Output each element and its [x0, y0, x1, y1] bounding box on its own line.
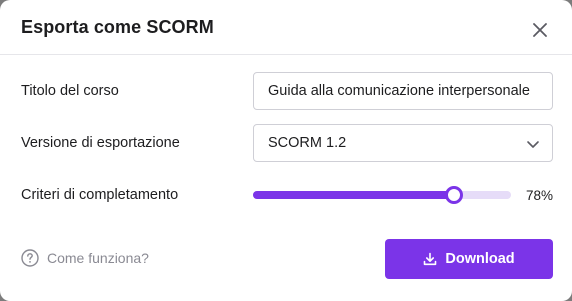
header-divider	[0, 54, 572, 55]
completion-slider: 78%	[253, 176, 553, 214]
completion-row: Criteri di completamento 78%	[21, 176, 553, 214]
close-button[interactable]	[529, 19, 551, 41]
export-version-value: SCORM 1.2	[268, 135, 347, 151]
export-version-row: Versione di esportazione SCORM 1.2	[21, 124, 553, 162]
download-icon	[424, 252, 437, 266]
slider-thumb[interactable]	[445, 186, 464, 204]
download-label: Download	[445, 251, 515, 267]
completion-label: Criteri di completamento	[21, 187, 179, 203]
dialog-header: Esporta come SCORM	[21, 17, 556, 41]
course-title-label: Titolo del corso	[21, 83, 119, 99]
chevron-down-icon	[527, 141, 539, 148]
completion-percent: 78%	[525, 187, 553, 203]
slider-fill	[253, 191, 455, 199]
course-title-input[interactable]: Guida alla comunicazione interpersonale	[253, 72, 553, 110]
course-title-row: Titolo del corso Guida alla comunicazion…	[21, 72, 553, 110]
download-button[interactable]: Download	[385, 239, 553, 279]
export-version-select[interactable]: SCORM 1.2	[253, 124, 553, 162]
export-version-label: Versione di esportazione	[21, 135, 180, 151]
slider-track[interactable]	[253, 186, 511, 204]
dialog-title: Esporta come SCORM	[21, 17, 214, 37]
help-label: Come funziona?	[47, 250, 149, 266]
help-link[interactable]: Come funziona?	[21, 249, 149, 267]
course-title-value: Guida alla comunicazione interpersonale	[268, 83, 530, 99]
close-icon	[533, 23, 547, 37]
question-circle-icon	[21, 249, 39, 267]
export-scorm-dialog: Esporta come SCORM Titolo del corso Guid…	[0, 0, 572, 301]
